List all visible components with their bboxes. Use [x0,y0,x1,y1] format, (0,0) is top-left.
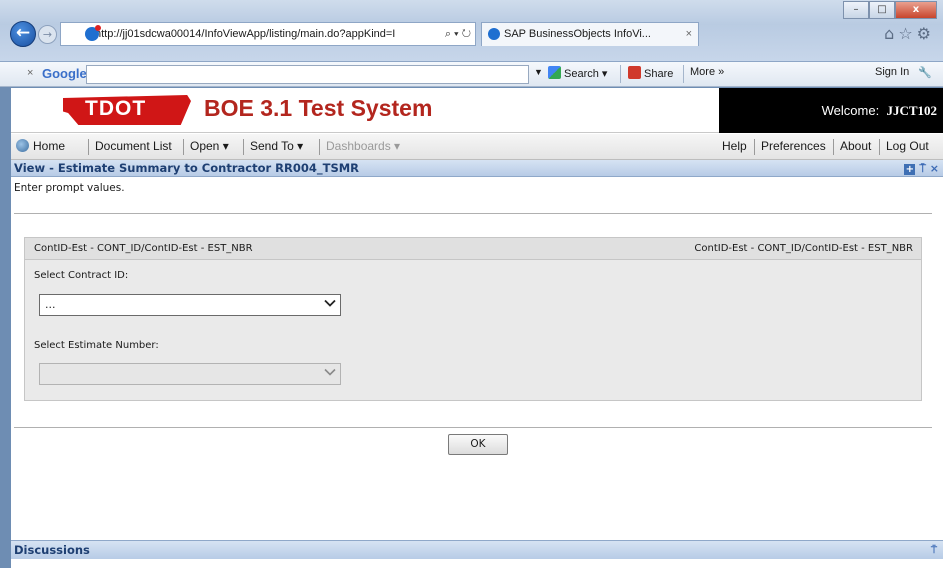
close-panel-icon[interactable]: × [930,162,939,175]
contract-id-select[interactable]: ... [39,294,341,316]
menu-dashboards[interactable]: Dashboards ▾ [326,134,400,159]
forward-arrow-icon[interactable]: → [38,25,57,44]
chevron-down-icon [324,368,336,376]
share-icon [628,66,641,79]
tab-favicon-icon [488,28,500,40]
tab-close-icon[interactable]: × [686,23,692,45]
pin-icon[interactable]: ⍑ [931,541,937,560]
contract-id-label: Select Contract ID: [34,270,129,281]
tdot-logo: TDOT [63,95,191,125]
estimate-number-select[interactable] [39,363,341,385]
browser-titlebar: – □ x ← → http://jj01sdcwa00014/InfoView… [0,0,943,62]
site-favicon-icon [85,25,101,41]
welcome-label: Welcome: [821,103,880,118]
prompt-box: ContID-Est - CONT_ID/ContID-Est - EST_NB… [24,237,922,401]
chevron-down-icon [324,299,336,307]
page-content: TDOT BOE 3.1 Test System Welcome: JJCT10… [11,88,943,568]
discussions-bar[interactable]: Discussions ⍑ [11,540,943,559]
wrench-icon[interactable]: 🔧 [918,66,932,79]
home-icon [16,139,29,152]
divider [14,213,932,214]
menu-home[interactable]: Home [16,134,65,159]
welcome-banner: Welcome: JJCT102 [719,88,943,133]
ok-button[interactable]: OK [448,434,508,455]
menu-log-out[interactable]: Log Out [886,134,929,159]
panel-controls: + ⍑ × [904,160,939,177]
address-url: http://jj01sdcwa00014/InfoViewApp/listin… [95,28,396,40]
back-arrow-icon[interactable]: ← [10,21,36,47]
menu-open[interactable]: Open ▾ [190,134,229,159]
divider [14,427,932,428]
address-search-refresh-icons[interactable]: ⌕ ▾ ↻ [445,23,471,45]
menu-help[interactable]: Help [722,134,747,159]
toolbar-close-icon[interactable]: × [27,67,33,79]
panel-title-bar: View - Estimate Summary to Contractor RR… [11,160,943,177]
prompt-header-right: ContID-Est - CONT_ID/ContID-Est - EST_NB… [694,243,913,254]
address-bar[interactable]: http://jj01sdcwa00014/InfoViewApp/listin… [60,22,476,46]
more-button[interactable]: More » [690,66,724,78]
window-controls: – □ x [843,1,937,19]
home-star-gear-icons[interactable]: ⌂☆⚙ [884,24,935,43]
search-dropdown-icon[interactable]: ▼ [534,67,543,77]
menu-document-list[interactable]: Document List [95,134,172,159]
tab-title: SAP BusinessObjects InfoVi... [504,28,651,40]
menu-bar: Home Document List Open ▾ Send To ▾ Dash… [11,134,943,160]
google-search-input[interactable] [86,65,529,84]
google-logo: Google [42,66,87,81]
google-search-button[interactable]: Search ▾ [548,66,607,80]
sign-in-button[interactable]: Sign In [875,66,909,78]
app-title: BOE 3.1 Test System [204,95,433,121]
maximize-panel-icon[interactable]: + [904,164,916,175]
minimize-button[interactable]: – [843,1,869,19]
google-search-icon [548,66,561,79]
menu-about[interactable]: About [840,134,871,159]
share-button[interactable]: Share [628,66,673,80]
menu-send-to[interactable]: Send To ▾ [250,134,303,159]
maximize-button[interactable]: □ [869,1,895,19]
username: JJCT102 [886,103,937,118]
google-toolbar: × Google ▼ Search ▾ Share More » Sign In… [0,62,943,87]
estimate-number-label: Select Estimate Number: [34,340,159,351]
browser-tab-active[interactable]: SAP BusinessObjects InfoVi... × [481,22,699,46]
discussions-title: Discussions [14,543,90,557]
app-header: TDOT BOE 3.1 Test System Welcome: JJCT10… [11,88,943,133]
pin-icon[interactable]: ⍑ [919,162,926,175]
panel-title: View - Estimate Summary to Contractor RR… [14,161,360,175]
menu-preferences[interactable]: Preferences [761,134,826,159]
prompt-header-left: ContID-Est - CONT_ID/ContID-Est - EST_NB… [34,243,253,254]
prompt-message: Enter prompt values. [14,182,125,194]
contract-id-value: ... [45,298,56,311]
close-window-button[interactable]: x [895,1,937,19]
prompt-header: ContID-Est - CONT_ID/ContID-Est - EST_NB… [25,238,921,260]
